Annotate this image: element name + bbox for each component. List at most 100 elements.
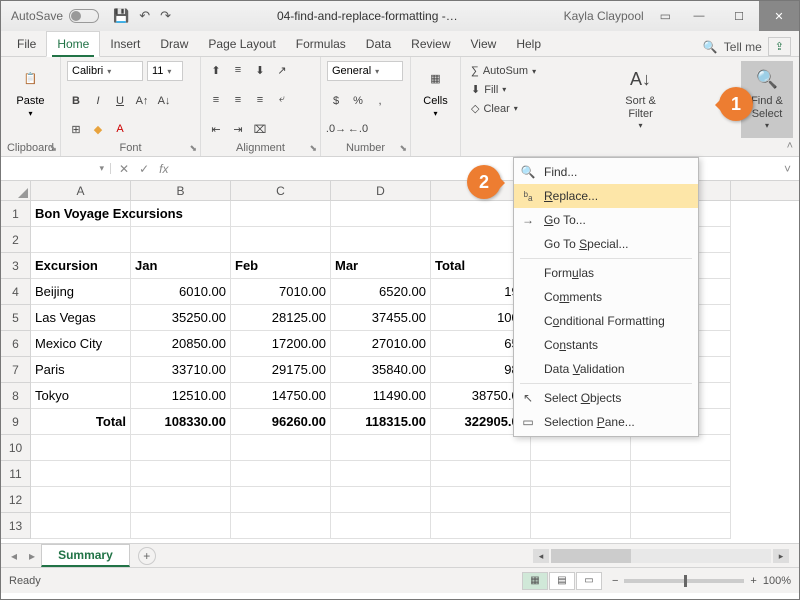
row-header[interactable]: 11	[1, 461, 30, 487]
sort-filter-button[interactable]: A↓ Sort & Filter▾	[615, 61, 667, 138]
align-center-button[interactable]: ≡	[229, 91, 247, 109]
increase-font-button[interactable]: A↑	[133, 92, 151, 110]
menu-goto-special[interactable]: Go To Special...	[514, 232, 698, 256]
enter-icon[interactable]: ✓	[139, 162, 149, 176]
cell[interactable]	[131, 435, 231, 461]
cell[interactable]	[431, 435, 531, 461]
accounting-format-button[interactable]: $	[327, 92, 345, 110]
minimize-button[interactable]: —	[679, 1, 719, 31]
decrease-decimal-button[interactable]: ←.0	[349, 120, 367, 138]
hscroll-left[interactable]: ◂	[533, 549, 549, 563]
bold-button[interactable]: B	[67, 92, 85, 110]
zoom-level[interactable]: 100%	[763, 575, 791, 587]
menu-conditional-formatting[interactable]: Conditional Formatting	[514, 309, 698, 333]
tell-me[interactable]: Tell me	[724, 40, 762, 54]
col-header-b[interactable]: B	[131, 181, 231, 200]
font-color-button[interactable]: A	[111, 120, 129, 138]
zoom-in-button[interactable]: +	[750, 575, 756, 587]
cell[interactable]	[131, 201, 231, 227]
cell[interactable]: Beijing	[31, 279, 131, 305]
cell[interactable]	[231, 487, 331, 513]
cell[interactable]	[331, 201, 431, 227]
close-button[interactable]: ✕	[759, 1, 799, 31]
menu-formulas[interactable]: Formulas	[514, 261, 698, 285]
menu-data-validation[interactable]: Data Validation	[514, 357, 698, 381]
align-left-button[interactable]: ≡	[207, 91, 225, 109]
expand-formula-bar-icon[interactable]: ˅	[776, 162, 799, 176]
align-bottom-button[interactable]: ⬇	[251, 61, 269, 79]
autosum-button[interactable]: ∑AutoSum▾	[467, 63, 540, 79]
autosave-toggle[interactable]	[69, 9, 99, 23]
cell[interactable]: 29175.00	[231, 357, 331, 383]
col-header-a[interactable]: A	[31, 181, 131, 200]
borders-button[interactable]: ⊞	[67, 120, 85, 138]
italic-button[interactable]: I	[89, 92, 107, 110]
cell[interactable]	[531, 461, 631, 487]
cell[interactable]: 108330.00	[131, 409, 231, 435]
sheet-tab-summary[interactable]: Summary	[41, 544, 130, 567]
cell[interactable]: Paris	[31, 357, 131, 383]
cell[interactable]: 35840.00	[331, 357, 431, 383]
percent-format-button[interactable]: %	[349, 92, 367, 110]
tab-home[interactable]: Home	[46, 31, 100, 57]
cell[interactable]: Feb	[231, 253, 331, 279]
cell[interactable]: 96260.00	[231, 409, 331, 435]
cell[interactable]	[431, 461, 531, 487]
row-header[interactable]: 6	[1, 331, 30, 357]
cell[interactable]	[231, 201, 331, 227]
row-header[interactable]: 8	[1, 383, 30, 409]
font-size-selector[interactable]: 11▾	[147, 61, 183, 81]
cell[interactable]	[31, 513, 131, 539]
cell[interactable]	[131, 227, 231, 253]
name-box[interactable]: ▾	[1, 163, 111, 174]
paste-button[interactable]: 📋 Paste ▾	[7, 61, 54, 120]
share-button[interactable]: ⇪	[768, 37, 791, 56]
sheet-nav-prev[interactable]: ◂	[5, 549, 23, 563]
select-all-corner[interactable]	[1, 181, 31, 200]
cell[interactable]	[231, 461, 331, 487]
cell[interactable]	[331, 513, 431, 539]
cell[interactable]	[31, 227, 131, 253]
underline-button[interactable]: U	[111, 92, 129, 110]
cell[interactable]	[231, 435, 331, 461]
col-header-c[interactable]: C	[231, 181, 331, 200]
number-format-selector[interactable]: General▾	[327, 61, 403, 81]
decrease-indent-button[interactable]: ⇤	[207, 120, 225, 138]
cells-button[interactable]: ▦ Cells ▾	[417, 61, 454, 120]
cell[interactable]	[431, 487, 531, 513]
row-header[interactable]: 3	[1, 253, 30, 279]
merge-center-button[interactable]: ⌧	[251, 120, 269, 138]
hscroll-track[interactable]	[551, 549, 771, 563]
cell[interactable]	[231, 513, 331, 539]
menu-replace[interactable]: ᵇₐReplace...	[514, 184, 698, 208]
cell[interactable]	[31, 435, 131, 461]
comma-format-button[interactable]: ,	[371, 92, 389, 110]
undo-icon[interactable]: ↶	[139, 8, 150, 24]
cell[interactable]: 35250.00	[131, 305, 231, 331]
increase-decimal-button[interactable]: .0→	[327, 120, 345, 138]
col-header-d[interactable]: D	[331, 181, 431, 200]
cell[interactable]	[331, 435, 431, 461]
collapse-ribbon-icon[interactable]: ˄	[787, 140, 793, 152]
menu-constants[interactable]: Constants	[514, 333, 698, 357]
view-page-layout-button[interactable]: ▤	[549, 572, 575, 590]
cell[interactable]: Las Vegas	[31, 305, 131, 331]
font-launcher[interactable]: ⬊	[189, 143, 197, 154]
cell[interactable]: 6520.00	[331, 279, 431, 305]
font-name-selector[interactable]: Calibri▾	[67, 61, 143, 81]
cell[interactable]: 6010.00	[131, 279, 231, 305]
view-normal-button[interactable]: ▦	[522, 572, 548, 590]
cell[interactable]	[631, 487, 731, 513]
cell[interactable]: 12510.00	[131, 383, 231, 409]
align-middle-button[interactable]: ≡	[229, 61, 247, 79]
align-right-button[interactable]: ≡	[251, 91, 269, 109]
tab-draw[interactable]: Draw	[150, 32, 198, 56]
cell[interactable]	[331, 461, 431, 487]
menu-selection-pane[interactable]: ▭Selection Pane...	[514, 410, 698, 434]
zoom-slider[interactable]	[624, 579, 744, 583]
cell[interactable]: 11490.00	[331, 383, 431, 409]
cell[interactable]	[331, 487, 431, 513]
cell[interactable]	[131, 487, 231, 513]
tab-help[interactable]: Help	[506, 32, 551, 56]
cell[interactable]	[31, 461, 131, 487]
